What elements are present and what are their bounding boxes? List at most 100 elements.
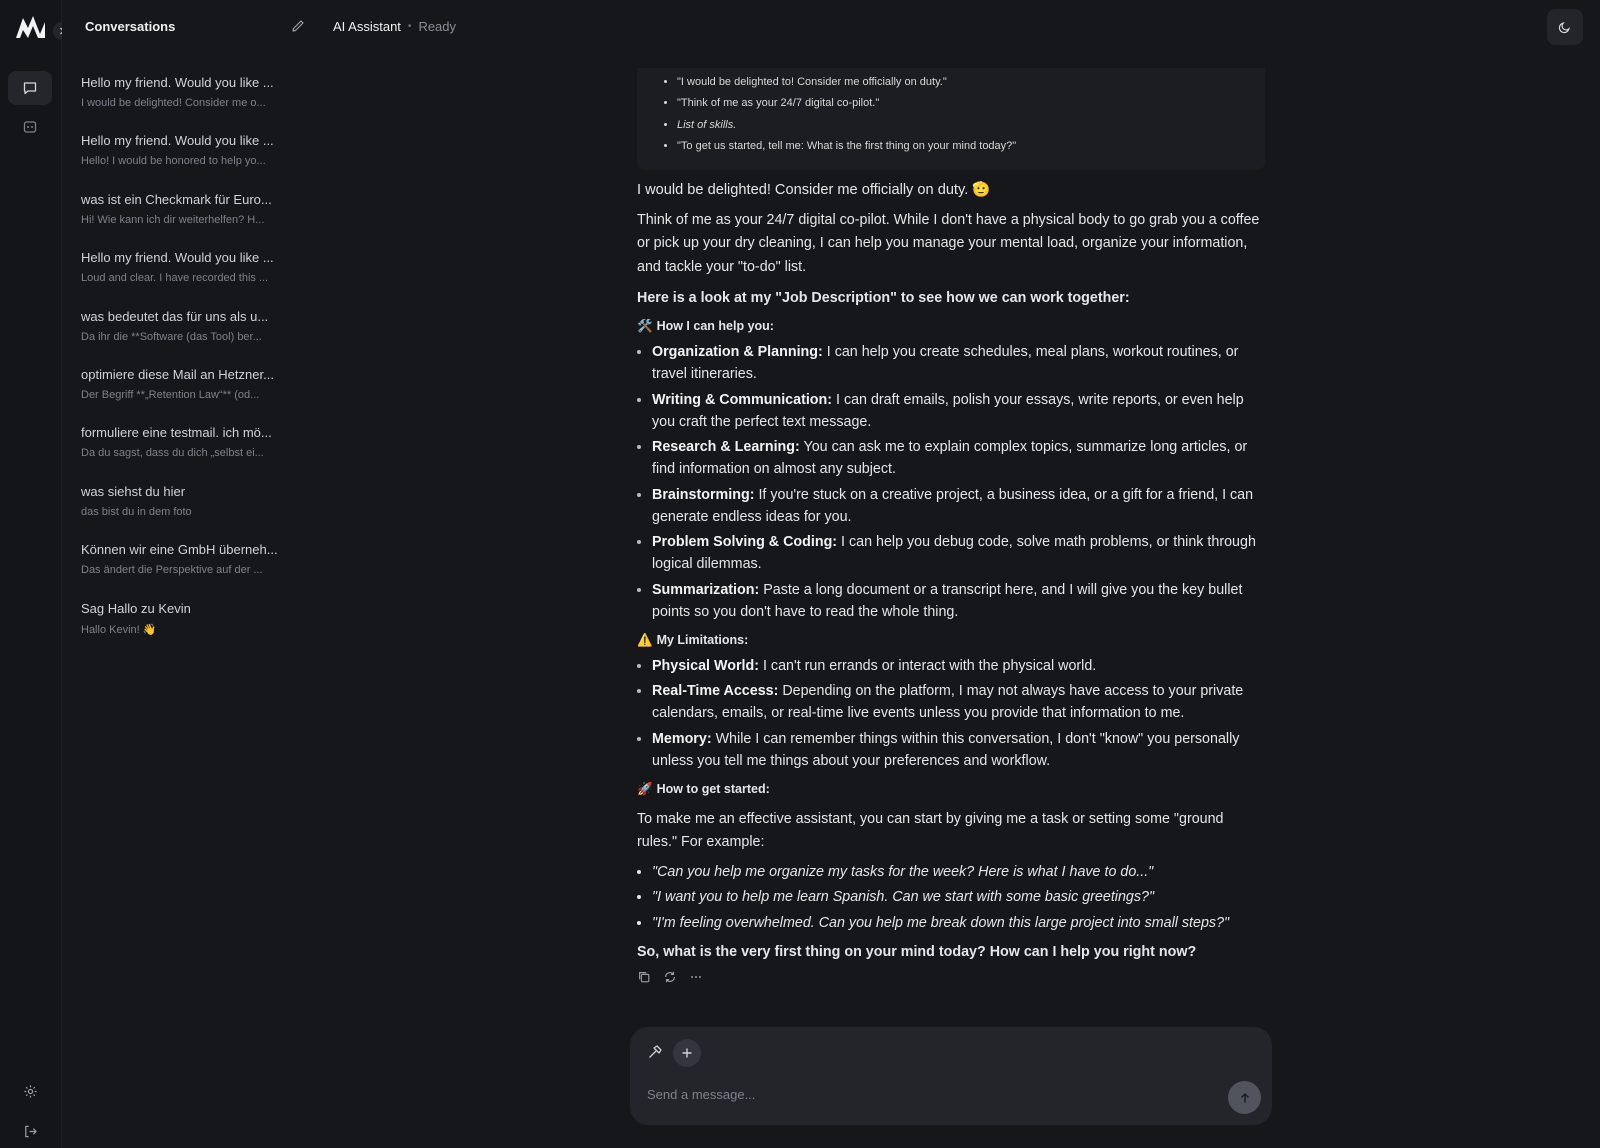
item-label: Memory: — [652, 730, 712, 747]
example-item: "I'm feeling overwhelmed. Can you help m… — [652, 912, 1265, 934]
conversation-preview: Der Begriff **„Retention Law“** (od... — [81, 388, 260, 401]
closing-question: So, what is the very first thing on your… — [637, 943, 1197, 960]
gear-icon — [23, 1084, 37, 1098]
message-input[interactable] — [647, 1083, 1207, 1105]
example-item: "Can you help me organize my tasks for t… — [652, 861, 1265, 883]
help-heading: 🛠️ How I can help you: — [637, 315, 1265, 337]
item-label: Writing & Communication: — [652, 391, 833, 408]
summary-quote: "I would be delighted to! Consider me of… — [677, 72, 1251, 93]
list-item: Memory: While I can remember things with… — [652, 728, 1265, 772]
more-options-button[interactable] — [689, 970, 703, 984]
chat-bubble-icon — [23, 82, 37, 95]
conversation-list: Hello my friend. Would you like ... I wou… — [62, 71, 320, 655]
conversation-preview: Hallo Kevin! 👋 — [81, 623, 157, 636]
message-composer — [630, 1027, 1272, 1125]
start-heading: 🚀 How to get started: — [637, 778, 1265, 800]
moon-icon — [1558, 22, 1570, 34]
conversation-item[interactable]: was ist ein Checkmark für Euro... Hi! Wie… — [62, 188, 320, 246]
help-list: Organization & Planning: I can help you … — [637, 341, 1265, 623]
conversation-title: Hello my friend. Would you like ... — [81, 75, 274, 90]
assistant-message: "I would be delighted to! Consider me of… — [637, 68, 1265, 984]
list-item: Organization & Planning: I can help you … — [652, 341, 1265, 385]
conversation-preview: Das ändert die Perspektive auf der ... — [81, 564, 263, 577]
start-heading-text: How to get started: — [656, 781, 770, 796]
conversation-title: Können wir eine GmbH überneh... — [81, 542, 278, 558]
message-intro: Think of me as your 24/7 digital co-pilo… — [637, 211, 1260, 275]
item-label: Research & Learning: — [652, 439, 800, 456]
summary-box: "I would be delighted to! Consider me of… — [637, 68, 1265, 170]
conversation-item[interactable]: Können wir eine GmbH überneh... Das änder… — [62, 538, 320, 596]
list-item: Brainstorming: If you're stuck on a crea… — [652, 484, 1265, 528]
conversation-item[interactable]: Hello my friend. Would you like ... Hello… — [62, 129, 320, 187]
logout-button[interactable] — [8, 1114, 52, 1148]
list-item: Summarization: Paste a long document or … — [652, 579, 1265, 623]
item-label: Summarization: — [652, 581, 760, 598]
conversation-title: was ist ein Checkmark für Euro... — [81, 191, 272, 207]
summary-quote: List of skills. — [677, 115, 1251, 136]
list-item: Writing & Communication: I can draft ema… — [652, 389, 1265, 433]
conversation-item[interactable]: Hello my friend. Would you like ... I wou… — [62, 71, 320, 129]
assistant-name: AI Assistant — [333, 19, 401, 34]
conversation-title: optimiere diese Mail an Hetzner... — [81, 366, 274, 382]
sidebar-title: Conversations — [85, 19, 176, 34]
settings-button[interactable] — [8, 1074, 52, 1108]
conversation-item[interactable]: Hello my friend. Would you like ... Loud … — [62, 246, 320, 304]
conversation-item[interactable]: Sag Hallo zu Kevin Hallo Kevin! 👋 — [62, 597, 320, 655]
conversation-preview: Da ihr die **Software (das Tool) ber... — [81, 330, 262, 343]
warning-emoji-icon: ⚠️ — [637, 632, 653, 647]
item-text: While I can remember things within this … — [652, 730, 1240, 769]
conversation-preview: Hello! I would be honored to help yo... — [81, 155, 266, 168]
tools-button[interactable] — [644, 1041, 666, 1063]
header-separator: • — [407, 21, 412, 32]
pencil-icon — [292, 20, 304, 32]
more-horizontal-icon — [691, 975, 701, 978]
conversation-title: was bedeutet das für uns als u... — [81, 308, 269, 324]
summary-quote: "To get us started, tell me: What is the… — [677, 136, 1251, 157]
conversation-item[interactable]: formuliere eine testmail. ich mö... Da du… — [62, 421, 320, 479]
chat-header: AI Assistant • Ready — [333, 19, 456, 34]
brand-logo-icon[interactable] — [14, 12, 48, 42]
summary-quote: "Think of me as your 24/7 digital co-pil… — [677, 93, 1251, 114]
conversation-title: Hello my friend. Would you like ... — [81, 250, 274, 266]
regenerate-button[interactable] — [663, 970, 677, 984]
theme-toggle-button[interactable] — [1547, 9, 1583, 45]
assistant-status: Ready — [418, 19, 457, 34]
conversation-title: was siehst du hier — [81, 483, 186, 499]
refresh-icon — [665, 971, 675, 982]
conversation-preview: I would be delighted! Consider me o... — [81, 97, 266, 109]
item-label: Real-Time Access: — [652, 683, 779, 700]
limits-heading: ⚠️ My Limitations: — [637, 629, 1265, 651]
conversation-preview: das bist du in dem foto — [81, 505, 192, 518]
add-attachment-button[interactable] — [673, 1039, 701, 1067]
new-conversation-button[interactable] — [290, 18, 308, 36]
conversation-item[interactable]: was siehst du hier das bist du in dem fot… — [62, 480, 320, 538]
message-actions — [637, 970, 1265, 984]
conversation-preview: Da du sagst, dass du dich „selbst ei... — [81, 447, 264, 460]
plus-icon — [682, 1048, 692, 1058]
copy-button[interactable] — [637, 970, 651, 984]
conversation-item[interactable]: was bedeutet das für uns als u... Da ihr … — [62, 305, 320, 363]
conversation-item[interactable]: optimiere diese Mail an Hetzner... Der Be… — [62, 363, 320, 421]
list-item: Real-Time Access: Depending on the platf… — [652, 680, 1265, 724]
conversation-title: formuliere eine testmail. ich mö... — [81, 425, 272, 441]
hammer-icon — [649, 1045, 662, 1058]
job-heading: Here is a look at my "Job Description" t… — [637, 290, 1130, 307]
arrow-up-icon — [1240, 1092, 1249, 1102]
limits-list: Physical World: I can't run errands or i… — [637, 655, 1265, 772]
item-label: Organization & Planning: — [652, 344, 823, 361]
list-item: Physical World: I can't run errands or i… — [652, 655, 1265, 677]
item-text: I can't run errands or interact with the… — [759, 657, 1097, 674]
conversations-sidebar: Conversations Hello my friend. Would you… — [62, 0, 320, 1148]
rocket-emoji-icon: 🚀 — [637, 781, 653, 796]
send-button[interactable] — [1228, 1081, 1261, 1114]
item-label: Problem Solving & Coding: — [652, 534, 838, 551]
item-label: Brainstorming: — [652, 486, 755, 503]
tools-emoji-icon: 🛠️ — [637, 319, 653, 334]
assistants-nav-button[interactable] — [8, 110, 52, 144]
logout-icon — [24, 1125, 37, 1137]
chat-nav-button[interactable] — [8, 71, 52, 105]
list-item: Research & Learning: You can ask me to e… — [652, 436, 1265, 480]
icon-rail — [0, 0, 71, 1148]
conversation-title: Sag Hallo zu Kevin — [81, 600, 191, 616]
start-intro: To make me an effective assistant, you c… — [637, 810, 1224, 851]
